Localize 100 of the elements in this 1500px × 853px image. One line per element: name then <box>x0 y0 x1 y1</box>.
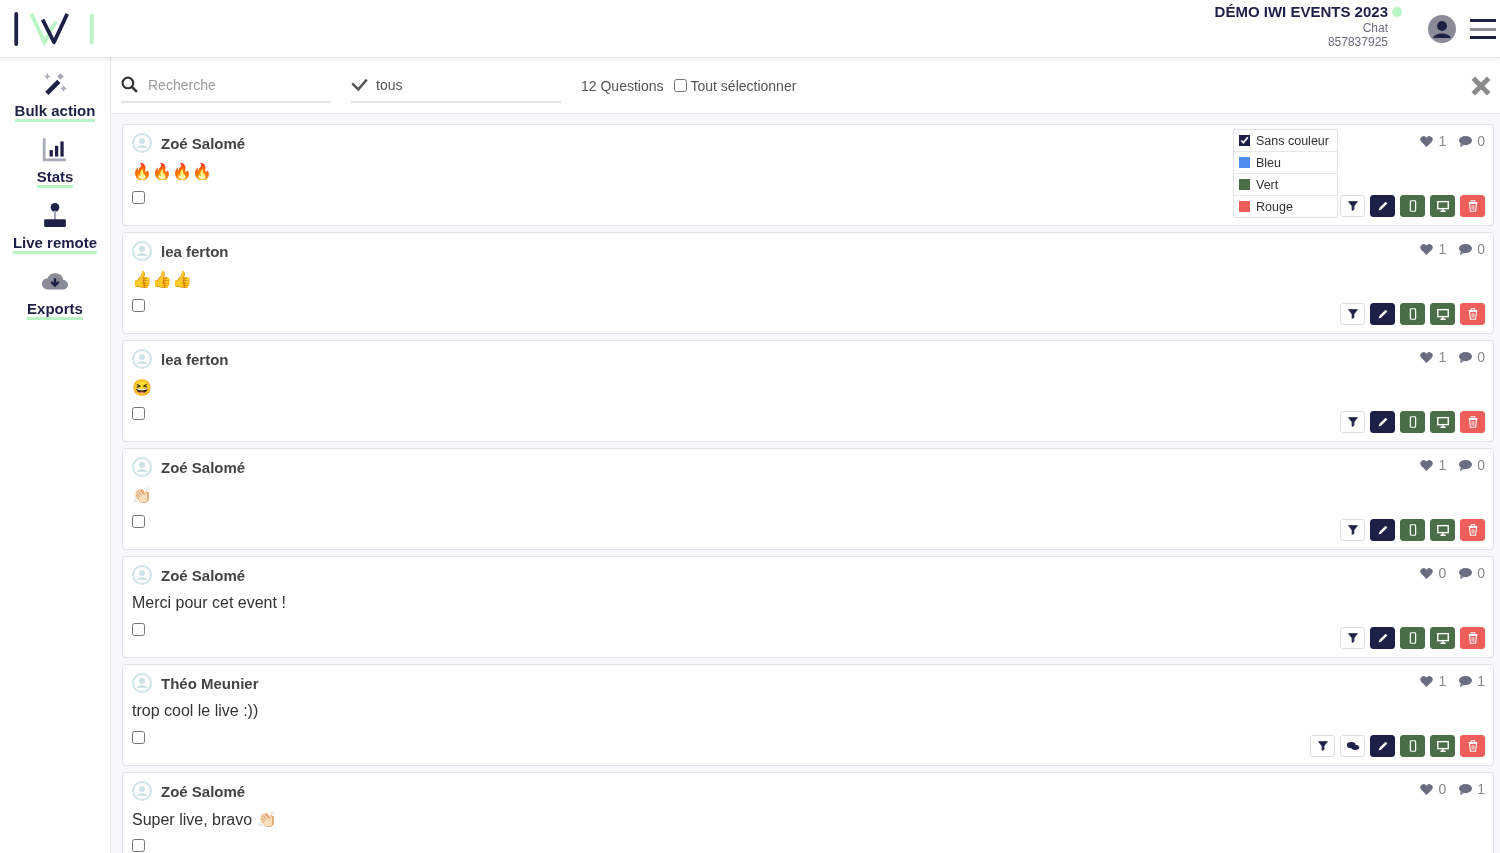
filter-button[interactable] <box>1340 195 1365 217</box>
event-code: 857837925 <box>1327 34 1388 49</box>
screen-button[interactable] <box>1430 627 1455 649</box>
monitor-icon <box>1435 199 1450 213</box>
like-count: 0 <box>1438 565 1447 581</box>
delete-button[interactable] <box>1460 195 1485 217</box>
mobile-button[interactable] <box>1400 627 1425 649</box>
sidebar-item[interactable]: Bulk action <box>14 70 96 122</box>
like-count: 1 <box>1438 673 1447 689</box>
delete-button[interactable] <box>1460 303 1485 325</box>
question-count: 12 Questions <box>581 77 664 94</box>
monitor-icon <box>1435 415 1450 429</box>
comment-icon <box>1458 674 1474 688</box>
select-all-checkbox[interactable] <box>673 79 687 92</box>
comment-count: 1 <box>1477 781 1485 797</box>
menu-icon[interactable] <box>1470 17 1496 40</box>
user-avatar-icon <box>132 673 152 693</box>
sidebar-item[interactable]: Stats <box>36 136 74 188</box>
filter-button[interactable] <box>1340 519 1365 541</box>
author-name: Zoé Salomé <box>161 782 246 800</box>
like-count: 1 <box>1438 241 1447 257</box>
edit-button[interactable] <box>1370 519 1395 541</box>
heart-icon <box>1419 134 1435 148</box>
heart-icon <box>1419 350 1435 364</box>
bar-chart-icon <box>41 136 69 162</box>
mobile-button[interactable] <box>1400 411 1425 433</box>
delete-button[interactable] <box>1460 735 1485 757</box>
search-field[interactable]: Recherche <box>146 75 331 94</box>
mobile-button[interactable] <box>1400 303 1425 325</box>
like-count: 1 <box>1438 133 1447 149</box>
speech-bubbles-icon <box>1345 739 1360 753</box>
monitor-icon <box>1435 631 1450 645</box>
mobile-button[interactable] <box>1400 735 1425 757</box>
comment-icon <box>1458 350 1474 364</box>
screen-button[interactable] <box>1430 735 1455 757</box>
comment-count: 0 <box>1477 349 1485 365</box>
comment-icon <box>1458 782 1474 796</box>
user-avatar-icon[interactable] <box>1428 14 1456 43</box>
color-option[interactable]: Vert <box>1234 174 1337 196</box>
question-checkbox[interactable] <box>132 299 145 312</box>
question-checkbox[interactable] <box>132 623 145 636</box>
filter-icon <box>1345 523 1360 537</box>
sidebar-item[interactable]: Live remote <box>12 202 98 254</box>
select-all-label[interactable]: Tout sélectionner <box>690 77 797 94</box>
question-checkbox[interactable] <box>132 191 145 204</box>
filter-button[interactable] <box>1340 303 1365 325</box>
sidebar-item[interactable]: Exports <box>27 268 83 320</box>
filter-button[interactable] <box>1310 735 1335 757</box>
screen-button[interactable] <box>1430 411 1455 433</box>
heart-icon <box>1419 674 1435 688</box>
filter-icon <box>1345 199 1360 213</box>
question-text: 🔥🔥🔥🔥 <box>132 162 213 182</box>
like-count: 1 <box>1438 457 1447 473</box>
magic-wand-icon <box>41 70 69 96</box>
mobile-button[interactable] <box>1400 195 1425 217</box>
edit-button[interactable] <box>1370 627 1395 649</box>
user-avatar-icon <box>132 133 152 153</box>
edit-button[interactable] <box>1370 735 1395 757</box>
module-name: Chat <box>1362 20 1388 35</box>
close-icon[interactable] <box>1470 74 1492 97</box>
question-checkbox[interactable] <box>132 731 145 744</box>
question-text: Merci pour cet event ! <box>132 594 287 613</box>
color-option[interactable]: Sans couleur <box>1234 130 1337 152</box>
heart-icon <box>1419 566 1435 580</box>
author-name: lea ferton <box>161 350 229 368</box>
like-count: 0 <box>1438 781 1447 797</box>
filter-dropdown[interactable]: tous <box>351 68 561 103</box>
heart-icon <box>1419 458 1435 472</box>
comment-icon <box>1458 242 1474 256</box>
filter-button[interactable] <box>1340 411 1365 433</box>
edit-button[interactable] <box>1370 195 1395 217</box>
screen-button[interactable] <box>1430 519 1455 541</box>
author-name: lea ferton <box>161 242 229 260</box>
comment-icon <box>1458 134 1474 148</box>
screen-button[interactable] <box>1430 303 1455 325</box>
question-text: 😆 <box>132 378 153 398</box>
filter-icon <box>1345 631 1360 645</box>
question-checkbox[interactable] <box>132 515 145 528</box>
author-name: Théo Meunier <box>161 674 259 692</box>
comment-count: 0 <box>1477 241 1485 257</box>
delete-button[interactable] <box>1460 411 1485 433</box>
question-checkbox[interactable] <box>132 407 145 420</box>
filter-icon <box>1315 739 1330 753</box>
filter-icon <box>1345 307 1360 321</box>
author-name: Zoé Salomé <box>161 134 246 152</box>
question-checkbox[interactable] <box>132 839 145 852</box>
color-option[interactable]: Bleu <box>1234 152 1337 174</box>
delete-button[interactable] <box>1460 519 1485 541</box>
comment-count: 1 <box>1477 673 1485 689</box>
screen-button[interactable] <box>1430 195 1455 217</box>
filter-button[interactable] <box>1340 627 1365 649</box>
delete-button[interactable] <box>1460 627 1485 649</box>
edit-button[interactable] <box>1370 411 1395 433</box>
user-avatar-icon <box>132 349 152 369</box>
edit-button[interactable] <box>1370 303 1395 325</box>
mobile-button[interactable] <box>1400 519 1425 541</box>
user-avatar-icon <box>132 241 152 261</box>
color-option[interactable]: Rouge <box>1234 196 1337 217</box>
reply-button[interactable] <box>1340 735 1365 757</box>
user-avatar-icon <box>132 565 152 585</box>
